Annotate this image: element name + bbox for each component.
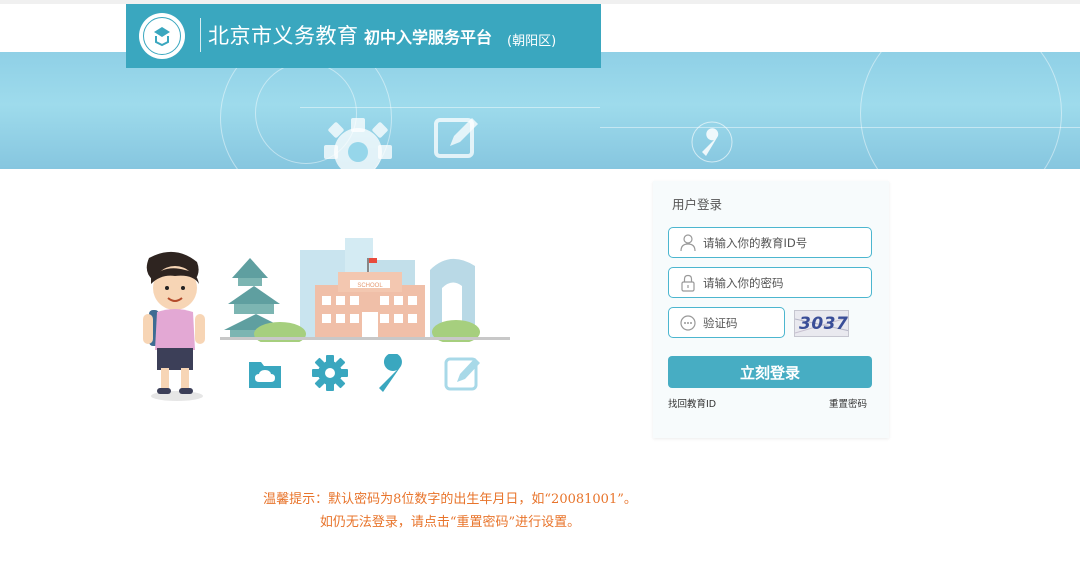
user-icon (680, 234, 696, 252)
tip-line-1: 温馨提示：默认密码为8位数字的出生年月日，如“20081001”。 (263, 492, 637, 507)
captcha-input[interactable] (703, 308, 778, 337)
captcha-code: 3037 (799, 314, 849, 334)
lock-icon (681, 274, 695, 292)
city-skyline: SCHOOL (220, 238, 510, 342)
site-subtitle: 初中入学服务平台 (364, 28, 493, 47)
district-label: (朝阳区) (507, 34, 557, 49)
header-banner (0, 52, 1080, 169)
gear-icon (312, 355, 348, 391)
password-input[interactable] (703, 268, 863, 297)
edu-id-input[interactable] (703, 228, 863, 257)
captcha-field[interactable] (668, 307, 785, 338)
captcha-image[interactable]: 3037 (794, 310, 849, 337)
school-illustration: SCHOOL (135, 230, 525, 405)
edit-icon (444, 357, 480, 391)
edu-id-field[interactable] (668, 227, 872, 258)
password-field[interactable] (668, 267, 872, 298)
forgot-edu-id-link[interactable]: 找回教育ID (668, 396, 716, 410)
chat-dots-icon (680, 315, 696, 331)
site-header: 北京市义务教育 初中入学服务平台 (朝阳区) (126, 4, 601, 68)
tip-line-2: 如仍无法登录，请点击“重置密码”进行设置。 (319, 515, 581, 530)
reset-password-link[interactable]: 重置密码 (829, 396, 867, 410)
site-title: 北京市义务教育 (208, 24, 359, 48)
cloud-folder-icon (249, 362, 281, 388)
login-title: 用户登录 (672, 197, 723, 212)
wrench-icon (691, 121, 733, 163)
school-sign-text: SCHOOL (357, 283, 383, 289)
edit-icon (434, 118, 478, 158)
student-character (143, 251, 205, 401)
edu-logo (139, 13, 185, 59)
banner-decor-line (300, 107, 600, 108)
gear-icon (324, 118, 392, 169)
wrench-icon (379, 354, 408, 392)
login-button[interactable]: 立刻登录 (668, 356, 872, 388)
header-separator (200, 18, 201, 52)
banner-decor-circle (860, 52, 1062, 169)
login-panel: 用户登录 3037 立刻登录 找回教育ID 重置密码 (653, 181, 889, 438)
